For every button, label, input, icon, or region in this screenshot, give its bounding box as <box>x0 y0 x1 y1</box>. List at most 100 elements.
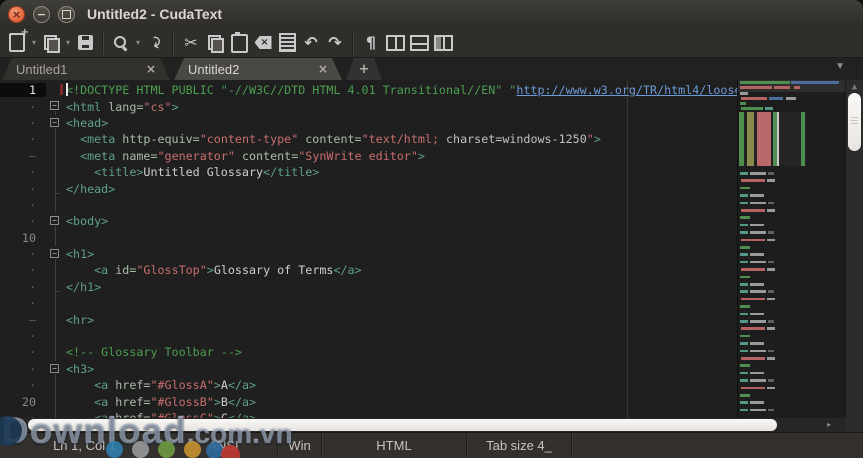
replace-button[interactable]: ↷ <box>143 30 167 56</box>
line-number: · <box>0 182 46 196</box>
minimap[interactable] <box>737 80 845 418</box>
undo-button[interactable]: ↶ <box>299 30 323 56</box>
redo-icon: ↷ <box>328 35 341 51</box>
fold-column <box>46 377 66 393</box>
line-number: · <box>0 296 46 310</box>
code-line[interactable]: · <box>0 197 737 213</box>
show-nonprinted-button[interactable]: ¶ <box>359 30 383 56</box>
paste-button[interactable] <box>227 30 251 56</box>
code-lines[interactable]: 1<!DOCTYPE HTML PUBLIC "-//W3C//DTD HTML… <box>0 82 737 426</box>
code-line[interactable]: ·</head> <box>0 180 737 196</box>
split-horizontal-button[interactable] <box>407 30 431 56</box>
minimap-bar <box>768 350 774 353</box>
vertical-scrollbar[interactable]: ▲ <box>845 80 863 418</box>
code-line[interactable]: · <a href="#GlossA">A</a> <box>0 377 737 393</box>
horizontal-scrollbar[interactable]: ▸ <box>0 418 845 432</box>
copy-icon <box>207 35 223 51</box>
cut-button[interactable]: ✂ <box>179 30 203 56</box>
fold-column <box>46 279 66 295</box>
fold-column <box>46 328 66 344</box>
minimap-bar <box>750 172 766 175</box>
minimap-bar <box>768 261 774 264</box>
save-button[interactable] <box>73 30 97 56</box>
minimap-bar <box>740 276 750 279</box>
fold-toggle-icon[interactable]: − <box>50 101 59 110</box>
fold-toggle-icon[interactable]: − <box>50 216 59 225</box>
code-line[interactable]: – <meta name="generator" content="SynWri… <box>0 148 737 164</box>
copy-button[interactable] <box>203 30 227 56</box>
fold-column <box>46 148 66 164</box>
redo-button[interactable]: ↷ <box>323 30 347 56</box>
minimize-window-button[interactable]: − <box>33 6 50 23</box>
status-line-endings[interactable]: Win <box>278 433 322 458</box>
scroll-up-icon[interactable]: ▲ <box>846 82 863 92</box>
replace-icon: ↷ <box>145 33 165 51</box>
code-line[interactable]: ·−<body> <box>0 213 737 229</box>
split-view-button[interactable] <box>431 30 455 56</box>
select-all-button[interactable] <box>275 30 299 56</box>
code-line[interactable]: ·−<html lang="cs"> <box>0 98 737 114</box>
tab-menu-button[interactable]: ▼ <box>835 61 845 72</box>
minimap-bar <box>740 394 750 397</box>
split-vertical-button[interactable] <box>383 30 407 56</box>
minimap-bar <box>740 187 750 190</box>
code-line[interactable]: ·−<h1> <box>0 246 737 262</box>
minimap-bar <box>750 401 764 404</box>
minimap-bar <box>740 102 746 105</box>
minimap-bar <box>741 179 765 182</box>
minimap-bar <box>768 409 774 412</box>
open-file-button[interactable] <box>39 30 63 56</box>
maximize-window-button[interactable] <box>58 6 75 23</box>
horizontal-scrollbar-thumb[interactable] <box>28 419 777 431</box>
undo-icon: ↶ <box>304 35 317 51</box>
editor[interactable]: 1<!DOCTYPE HTML PUBLIC "-//W3C//DTD HTML… <box>0 80 863 418</box>
vertical-scrollbar-thumb[interactable] <box>848 93 861 151</box>
fold-toggle-icon[interactable]: − <box>50 118 59 127</box>
find-button[interactable] <box>109 30 133 56</box>
code-line[interactable]: 20 <a href="#GlossB">B</a> <box>0 393 737 409</box>
status-tab-size[interactable]: Tab size 4_ <box>467 433 572 458</box>
minimap-bar <box>768 202 774 205</box>
code-line[interactable]: · <box>0 295 737 311</box>
close-tab-icon[interactable]: × <box>146 63 156 75</box>
code-line[interactable]: 1<!DOCTYPE HTML PUBLIC "-//W3C//DTD HTML… <box>0 82 737 98</box>
delete-button[interactable] <box>251 30 275 56</box>
scroll-right-icon[interactable]: ▸ <box>827 420 831 429</box>
code-text: <meta name="generator" content="SynWrite… <box>66 149 737 163</box>
fold-column <box>46 311 66 327</box>
code-text: <body> <box>66 214 737 228</box>
code-line[interactable]: ·<!-- Glossary Toolbar --> <box>0 344 737 360</box>
status-lexer[interactable]: HTML <box>322 433 467 458</box>
code-line[interactable]: –<hr> <box>0 311 737 327</box>
tab-untitled1[interactable]: Untitled1 × <box>2 58 170 80</box>
title-bar[interactable]: × − Untitled2 - CudaText <box>0 0 863 29</box>
code-line[interactable]: · <box>0 328 737 344</box>
toolbar-separator <box>172 31 174 55</box>
code-line[interactable]: ·</h1> <box>0 279 737 295</box>
close-tab-icon[interactable]: × <box>318 63 328 75</box>
close-window-button[interactable]: × <box>8 6 25 23</box>
code-line[interactable]: ·−<h3> <box>0 361 737 377</box>
code-line[interactable]: ·−<head> <box>0 115 737 131</box>
line-number: · <box>0 378 46 392</box>
code-line[interactable]: · <a id="GlossTop">Glossary of Terms</a> <box>0 262 737 278</box>
tab-untitled2[interactable]: Untitled2 × <box>174 58 342 80</box>
line-number: 1 <box>0 83 46 97</box>
new-file-dropdown[interactable]: ▾ <box>29 30 39 56</box>
new-tab-button[interactable]: + <box>346 58 382 80</box>
fold-toggle-icon[interactable]: − <box>50 364 59 373</box>
tab-size-label: Tab size 4_ <box>486 438 552 453</box>
minimap-bar <box>740 231 748 234</box>
code-line[interactable]: · <title>Untitled Glossary</title> <box>0 164 737 180</box>
minimap-bar <box>740 379 748 382</box>
code-line[interactable]: · <meta http-equiv="content-type" conten… <box>0 131 737 147</box>
open-file-dropdown[interactable]: ▾ <box>63 30 73 56</box>
fold-column: − <box>46 98 66 114</box>
find-dropdown[interactable]: ▾ <box>133 30 143 56</box>
minimap-bar <box>765 107 773 110</box>
code-line[interactable]: 10 <box>0 230 737 246</box>
fold-toggle-icon[interactable]: − <box>50 249 59 258</box>
new-file-button[interactable] <box>5 30 29 56</box>
line-number: · <box>0 214 46 228</box>
line-number: · <box>0 198 46 212</box>
